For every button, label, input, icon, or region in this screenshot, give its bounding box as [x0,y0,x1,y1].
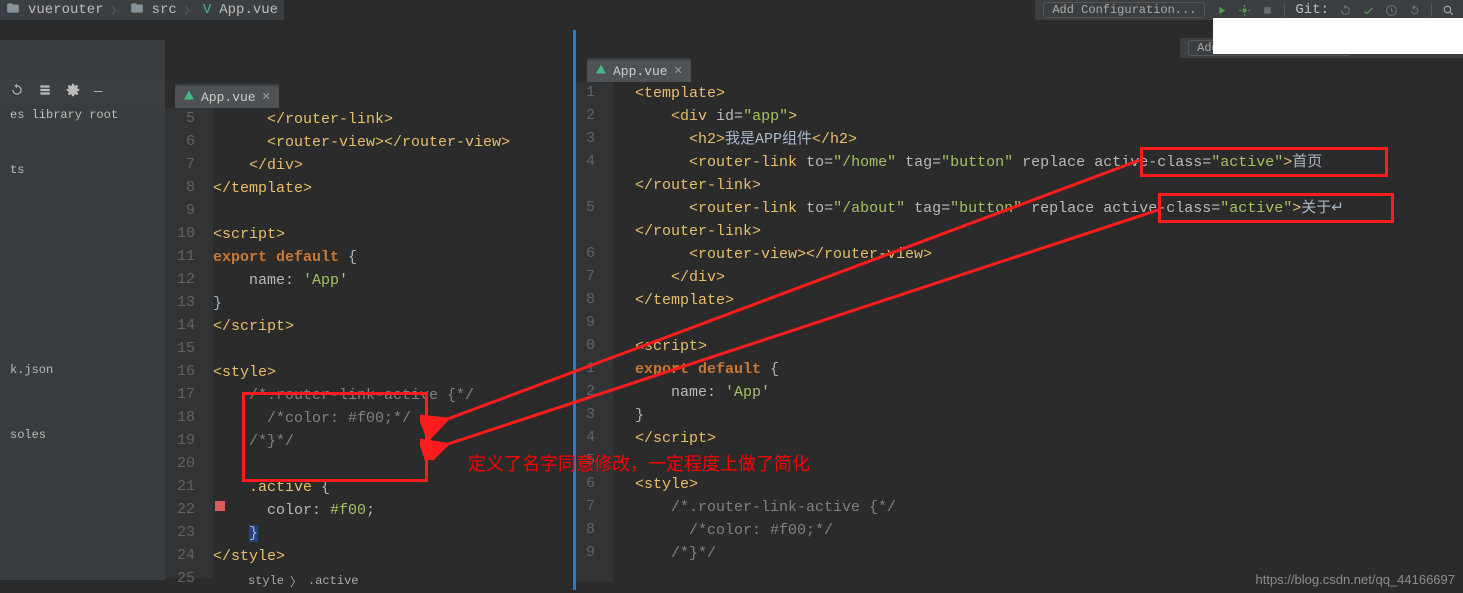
git-commit-icon[interactable] [1362,4,1375,17]
code-area[interactable]: <template> <div id="app"> <h2>我是APP组件</h… [635,82,1463,565]
tabstrip-right: App.vue ✕ [587,58,691,82]
add-configuration-button[interactable]: Add Configuration... [1043,2,1205,18]
gear-icon[interactable] [66,83,80,102]
project-tree[interactable]: es library root ts k.json soles [0,40,165,580]
minimize-icon[interactable]: — [94,84,102,100]
tree-node[interactable]: es library root [6,105,159,125]
sync-icon[interactable] [10,83,24,102]
white-overlay-patch [1213,18,1463,54]
run-icon[interactable] [1215,4,1228,17]
chevron-right-icon: 〉 [112,2,122,18]
vue-icon [183,89,195,105]
chevron-right-icon: 〉 [185,2,195,18]
tab-label: App.vue [613,64,668,79]
toolbar-top: Add Configuration... Git: [1035,0,1463,20]
separator [1431,3,1432,17]
breadcrumb-item[interactable]: .active [308,574,358,588]
git-revert-icon[interactable] [1408,4,1421,17]
tabstrip-left: App.vue ✕ [175,84,279,108]
watermark: https://blog.csdn.net/qq_44166697 [1256,572,1456,587]
tree-node[interactable]: soles [6,425,159,445]
tree-node[interactable]: ts [6,160,159,180]
editor-right[interactable]: 1234567890123456789 <template> <div id="… [575,82,1463,582]
collapse-icon[interactable] [38,83,52,102]
git-history-icon[interactable] [1385,4,1398,17]
tab-label: App.vue [201,90,256,105]
editor-breadcrumb: style 〉 .active [248,571,358,591]
breakpoint-marker[interactable] [215,501,225,511]
tab-app-vue[interactable]: App.vue ✕ [175,86,279,108]
crumb-folder-2[interactable]: src [152,2,177,18]
editor-left[interactable]: 5678910111213141516171819202122232425 </… [165,108,575,578]
vue-icon [595,63,607,79]
debug-icon[interactable] [1238,4,1251,17]
close-icon[interactable]: ✕ [674,64,683,78]
close-icon[interactable]: ✕ [262,90,271,104]
crumb-file[interactable]: App.vue [219,2,278,18]
settings-row: — [0,80,165,104]
separator [1284,3,1285,17]
git-label: Git: [1295,2,1329,18]
split-divider[interactable] [573,30,576,590]
folder-icon [130,1,144,20]
chevron-right-icon: 〉 [290,573,302,590]
tab-app-vue[interactable]: App.vue ✕ [587,60,691,82]
folder-icon [6,1,20,20]
code-area[interactable]: </router-link> <router-view></router-vie… [213,108,575,591]
breadcrumb-item[interactable]: style [248,574,284,588]
vue-icon: V [203,2,211,18]
crumb-folder-1[interactable]: vuerouter [28,2,104,18]
gutter: 1234567890123456789 [575,82,613,582]
annotation-text: 定义了名字同意修改，一定程度上做了简化 [468,450,810,476]
git-update-icon[interactable] [1339,4,1352,17]
tree-node[interactable]: k.json [6,360,159,380]
stop-icon[interactable] [1261,4,1274,17]
gutter: 5678910111213141516171819202122232425 [165,108,213,578]
search-icon[interactable] [1442,4,1455,17]
breadcrumb: vuerouter 〉 src 〉 V App.vue [0,0,284,20]
